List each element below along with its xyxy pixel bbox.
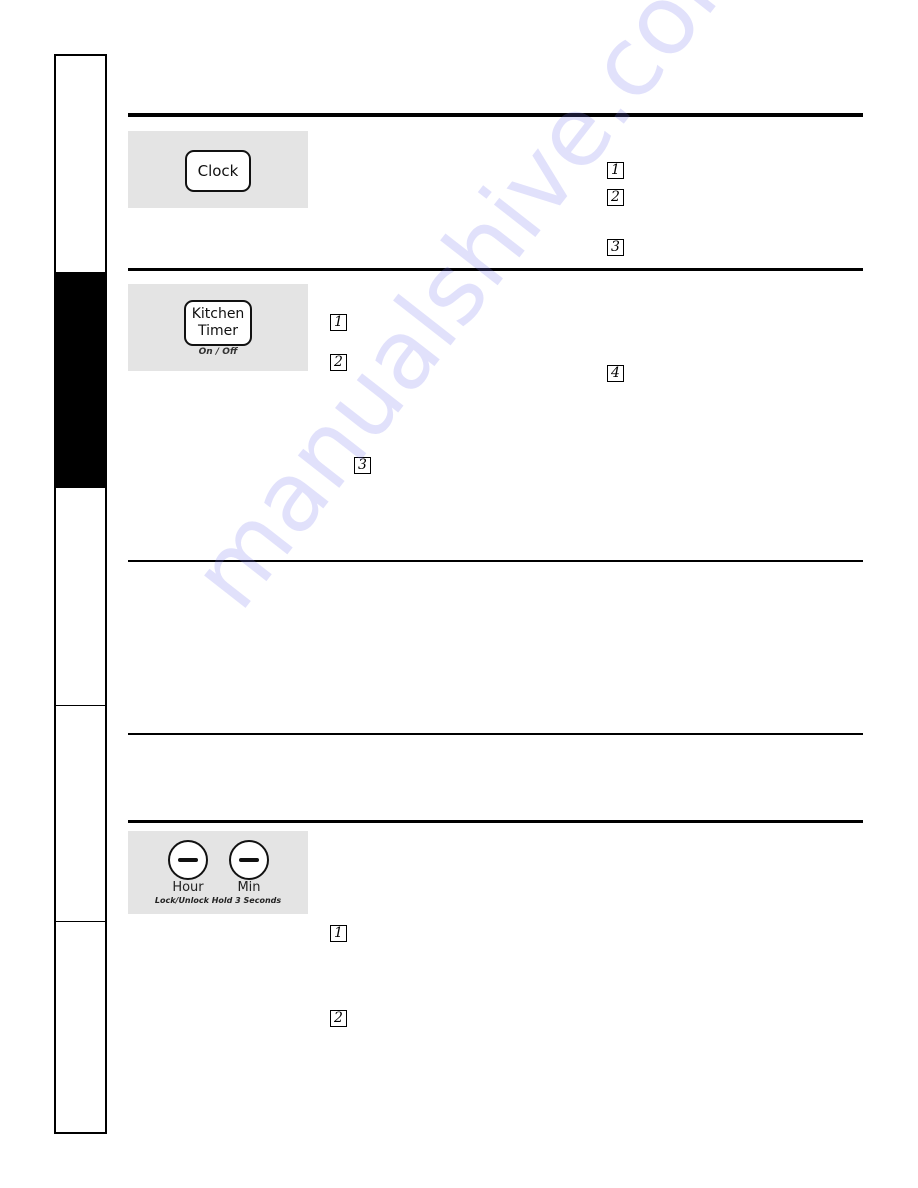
kitchen-timer-key[interactable]: Kitchen Timer — [184, 300, 252, 346]
clock-step-2: 2 — [607, 189, 624, 206]
timer-step-2: 2 — [330, 354, 347, 371]
kitchen-timer-sub-label: On / Off — [198, 347, 238, 357]
timer-step-4: 4 — [607, 365, 624, 382]
section-divider-timer — [128, 560, 863, 562]
timer-step-3: 3 — [354, 457, 371, 474]
min-label: Min — [237, 880, 261, 895]
side-tab-4[interactable] — [56, 706, 105, 922]
section-divider-clock — [128, 268, 863, 271]
hour-label: Hour — [172, 880, 204, 895]
section-divider-hourmin — [128, 820, 863, 823]
lock-unlock-label: Lock/Unlock Hold 3 Seconds — [154, 896, 282, 905]
min-button[interactable] — [229, 840, 269, 880]
clock-step-3: 3 — [607, 239, 624, 256]
hourmin-step-1: 1 — [330, 925, 347, 942]
clock-key[interactable]: Clock — [185, 150, 251, 192]
hour-button[interactable] — [168, 840, 208, 880]
side-tab-1[interactable] — [56, 56, 105, 272]
clock-step-1: 1 — [607, 162, 624, 179]
kitchen-timer-key-line2: Timer — [197, 323, 239, 339]
minus-icon — [178, 858, 198, 862]
kitchen-timer-panel-image: Kitchen Timer On / Off — [128, 284, 308, 371]
kitchen-timer-key-line1: Kitchen — [191, 306, 245, 322]
side-tab-2-active[interactable] — [56, 272, 105, 488]
hour-min-panel-image: Hour Min Lock/Unlock Hold 3 Seconds — [128, 831, 308, 914]
side-tab-strip — [54, 54, 107, 1134]
clock-panel-image: Clock — [128, 131, 308, 208]
top-rule — [128, 113, 863, 117]
hourmin-step-2: 2 — [330, 1010, 347, 1027]
timer-step-1: 1 — [330, 314, 347, 331]
minus-icon — [239, 858, 259, 862]
side-tab-5[interactable] — [56, 922, 105, 1132]
section-divider-middle — [128, 733, 863, 735]
side-tab-3[interactable] — [56, 488, 105, 706]
